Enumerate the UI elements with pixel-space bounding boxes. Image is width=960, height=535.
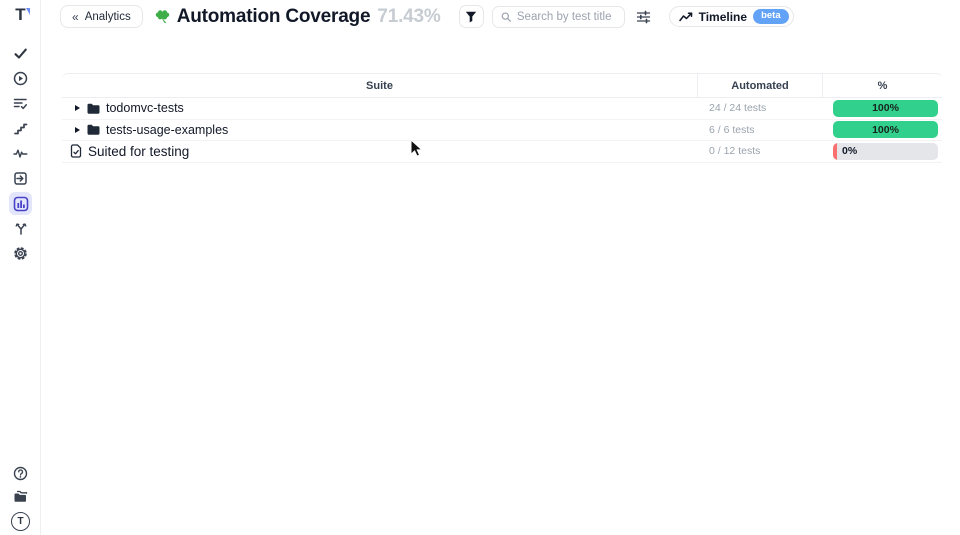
sidebar-item-settings[interactable] bbox=[0, 241, 41, 266]
sidebar-item-import[interactable] bbox=[0, 166, 41, 191]
search-box[interactable] bbox=[492, 6, 625, 28]
caret-right-icon[interactable] bbox=[75, 105, 80, 111]
column-header-suite: Suite bbox=[62, 74, 697, 97]
progress-bar: 0% bbox=[833, 143, 938, 160]
sidebar-item-branches[interactable] bbox=[0, 216, 41, 241]
caret-right-icon[interactable] bbox=[75, 127, 80, 133]
clover-icon bbox=[154, 8, 171, 25]
sidebar-nav bbox=[0, 41, 41, 266]
gear-icon bbox=[13, 246, 28, 261]
app-logo[interactable]: T bbox=[0, 5, 41, 25]
sidebar-item-runs[interactable] bbox=[0, 66, 41, 91]
help-button[interactable] bbox=[0, 461, 41, 485]
help-circle-icon bbox=[13, 466, 28, 481]
percent-cell: 100% bbox=[822, 121, 942, 138]
app-logo-letter: T bbox=[15, 5, 25, 24]
sidebar-item-plans[interactable] bbox=[0, 91, 41, 116]
folders-icon bbox=[13, 490, 29, 504]
timeline-button[interactable]: Timeline beta bbox=[669, 6, 794, 27]
sidebar: T bbox=[0, 0, 41, 535]
trend-line-icon bbox=[679, 12, 693, 22]
play-circle-icon bbox=[13, 71, 28, 86]
table-row[interactable]: Suited for testing 0 / 12 tests 0% bbox=[62, 141, 942, 163]
file-check-icon bbox=[70, 144, 82, 158]
back-button-label: Analytics bbox=[85, 11, 131, 23]
topbar: « Analytics Automation Coverage 71.43% T… bbox=[41, 0, 960, 33]
sidebar-item-tests[interactable] bbox=[0, 41, 41, 66]
branch-icon bbox=[14, 221, 28, 236]
search-input[interactable] bbox=[517, 11, 616, 23]
avatar-letter: T bbox=[17, 516, 23, 527]
automated-count: 6 / 6 tests bbox=[697, 124, 822, 136]
back-to-analytics-button[interactable]: « Analytics bbox=[60, 5, 143, 28]
sidebar-item-analytics[interactable] bbox=[0, 191, 41, 216]
suite-cell: todomvc-tests bbox=[62, 101, 697, 115]
folder-icon bbox=[87, 103, 100, 114]
sliders-icon[interactable] bbox=[636, 10, 651, 24]
table-row[interactable]: tests-usage-examples 6 / 6 tests 100% bbox=[62, 120, 942, 142]
coverage-percent-value: 71.43% bbox=[377, 6, 440, 28]
suite-cell: Suited for testing bbox=[62, 144, 697, 159]
suite-name[interactable]: Suited for testing bbox=[88, 144, 189, 159]
page-title: Automation Coverage bbox=[177, 6, 371, 28]
projects-button[interactable] bbox=[0, 485, 41, 509]
automated-count: 24 / 24 tests bbox=[697, 102, 822, 114]
column-header-percent: % bbox=[822, 74, 942, 97]
pulse-icon bbox=[13, 146, 28, 161]
search-icon bbox=[501, 11, 511, 23]
check-icon bbox=[13, 46, 28, 61]
chevrons-left-icon: « bbox=[72, 11, 79, 23]
progress-bar: 100% bbox=[833, 121, 938, 138]
sidebar-item-steps[interactable] bbox=[0, 116, 41, 141]
account-button[interactable]: T bbox=[0, 509, 41, 533]
progress-label: 100% bbox=[872, 102, 899, 114]
table-row[interactable]: todomvc-tests 24 / 24 tests 100% bbox=[62, 98, 942, 120]
steps-icon bbox=[13, 121, 28, 136]
suite-name[interactable]: todomvc-tests bbox=[106, 101, 184, 115]
import-box-icon bbox=[13, 171, 28, 186]
suite-cell: tests-usage-examples bbox=[62, 123, 697, 137]
bar-chart-icon bbox=[13, 196, 29, 212]
filter-button[interactable] bbox=[459, 5, 484, 28]
progress-bar: 100% bbox=[833, 100, 938, 117]
percent-cell: 100% bbox=[822, 100, 942, 117]
progress-label: 100% bbox=[872, 124, 899, 136]
beta-badge: beta bbox=[753, 9, 789, 23]
timeline-button-label: Timeline bbox=[699, 10, 747, 24]
table-header: Suite Automated % bbox=[62, 73, 942, 98]
coverage-table: Suite Automated % todomvc-tests 24 / 24 … bbox=[62, 73, 942, 163]
suite-name[interactable]: tests-usage-examples bbox=[106, 123, 228, 137]
active-item-highlight bbox=[9, 192, 32, 215]
app-logo-accent bbox=[26, 8, 30, 15]
percent-cell: 0% bbox=[822, 143, 942, 160]
funnel-icon bbox=[465, 11, 477, 23]
automated-count: 0 / 12 tests bbox=[697, 145, 822, 157]
folder-icon bbox=[87, 124, 100, 135]
progress-label: 0% bbox=[842, 145, 857, 157]
avatar: T bbox=[11, 512, 30, 531]
sidebar-item-pulse[interactable] bbox=[0, 141, 41, 166]
sidebar-bottom-nav: T bbox=[0, 461, 41, 533]
column-header-automated: Automated bbox=[697, 74, 822, 97]
list-check-icon bbox=[13, 96, 28, 111]
